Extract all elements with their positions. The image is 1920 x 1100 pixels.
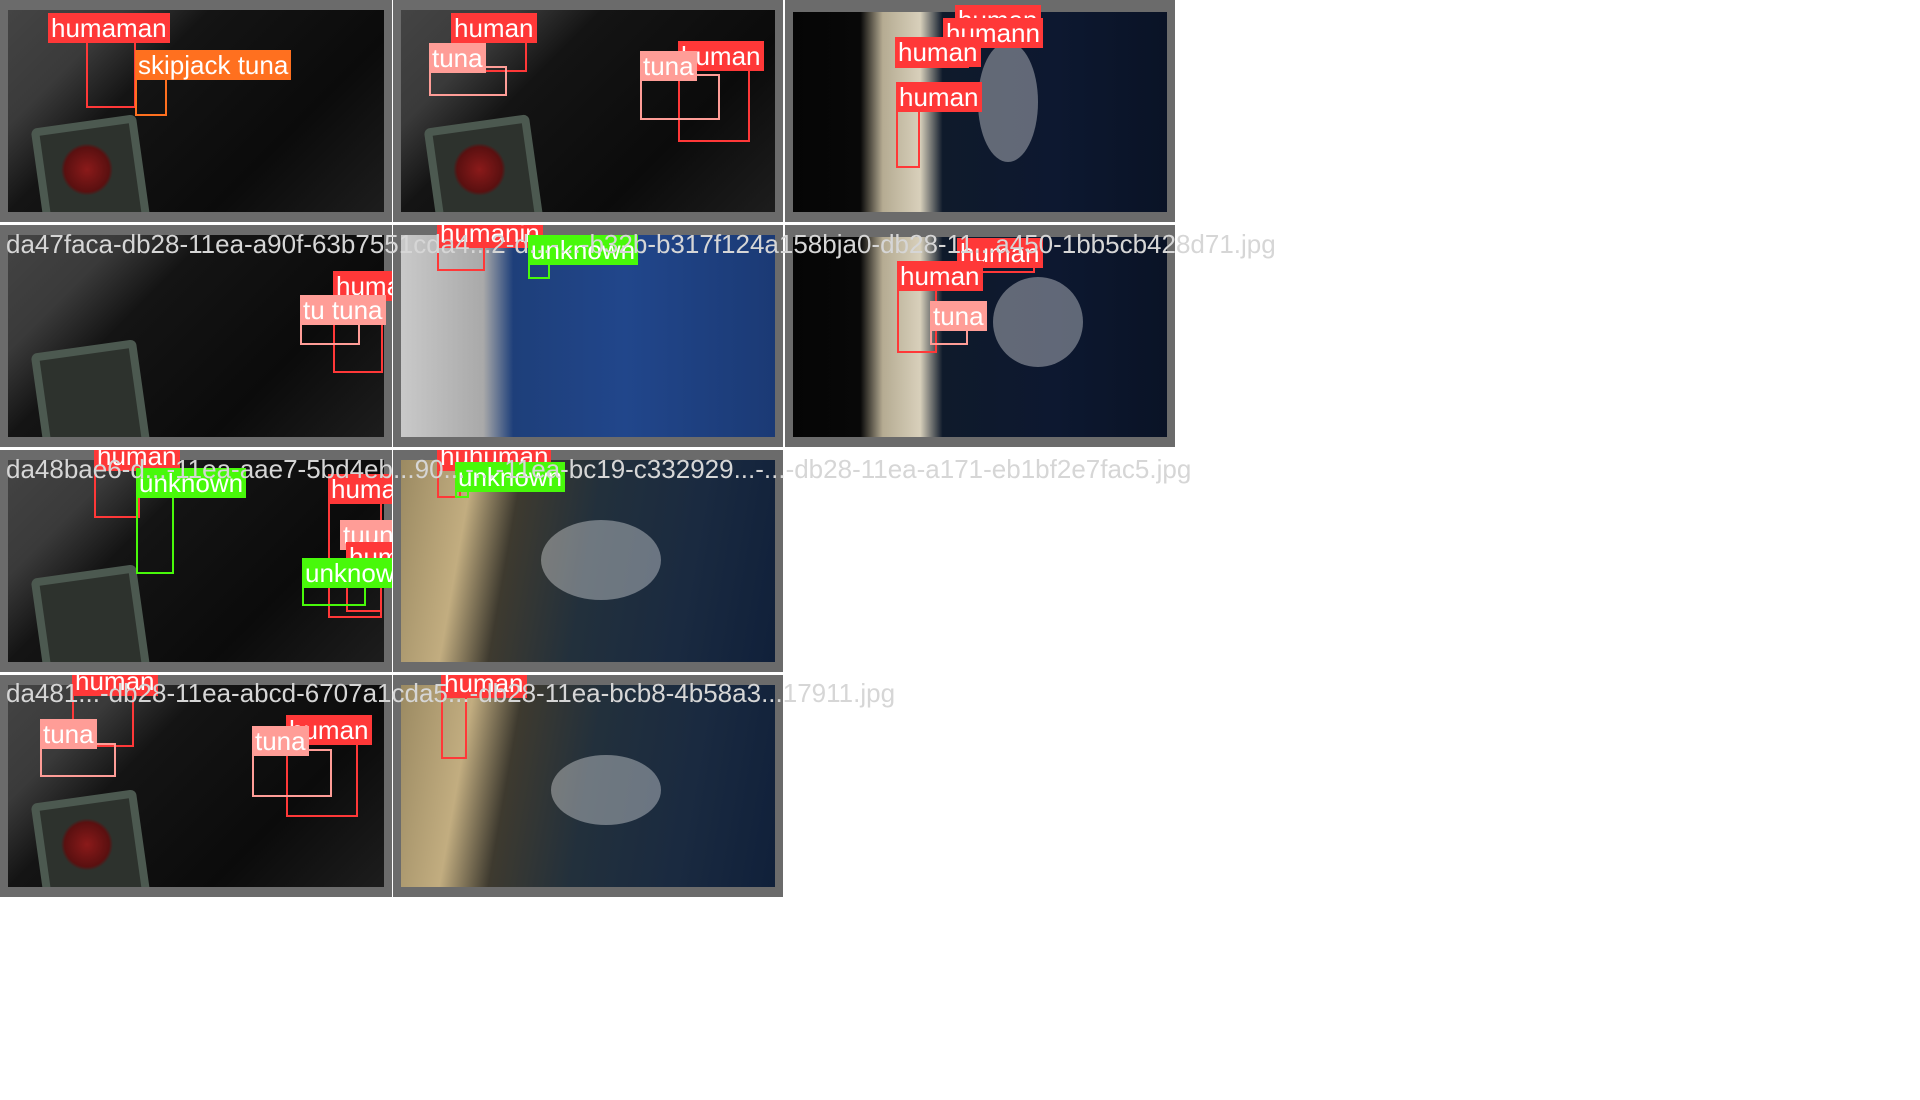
tile-1[interactable]: humaman skipjack tuna bbox=[0, 0, 392, 222]
tuna-label: tuna bbox=[40, 719, 97, 749]
tile-9[interactable]: human tuna human tuna bbox=[0, 675, 392, 897]
human-label: human bbox=[895, 37, 981, 67]
filename-caption: da47faca-db28-11ea-a90f-63b7551cda4...2-… bbox=[6, 229, 1276, 259]
tuna-label: tu tuna bbox=[300, 295, 386, 325]
human-label: humaman bbox=[48, 13, 170, 43]
tuna-label: tuna bbox=[252, 726, 309, 756]
tile-2[interactable]: human tuna human tuna bbox=[393, 0, 783, 222]
skipjack-tuna-label: skipjack tuna bbox=[135, 50, 292, 80]
tile-3[interactable]: human humann human human bbox=[785, 0, 1175, 222]
filename-caption: da48bae6-d...-11ea-aae7-5bd4eb...90...-.… bbox=[6, 454, 1192, 484]
human-label: human bbox=[896, 82, 982, 112]
unknown-box bbox=[136, 490, 174, 574]
tuna-label: tuna bbox=[640, 51, 697, 81]
human-box bbox=[86, 38, 136, 108]
human-label: human bbox=[897, 261, 983, 291]
tile-10[interactable]: human bbox=[393, 675, 783, 897]
tuna-box bbox=[252, 749, 332, 797]
filename-caption: da481...-db28-11ea-abcd-6707a1cda5...-db… bbox=[6, 678, 896, 708]
tuna-label: tuna bbox=[930, 301, 987, 331]
human-label: human bbox=[451, 13, 537, 43]
skipjack-tuna-box bbox=[135, 76, 167, 116]
tuna-label: tuna bbox=[429, 43, 486, 73]
unknown-label: unknown bbox=[302, 558, 392, 588]
